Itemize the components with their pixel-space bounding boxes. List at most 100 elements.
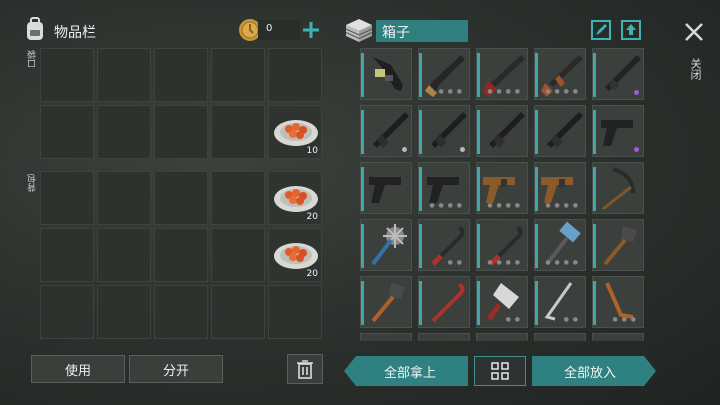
container-slot-weapon[interactable]: ● ● ● <box>592 276 644 328</box>
backpack-slot[interactable] <box>268 285 322 339</box>
container-slot-tool[interactable] <box>592 162 644 214</box>
durability-dots: ● ● ● <box>612 316 637 323</box>
cleaver-icon <box>486 283 519 321</box>
container-slot-weapon[interactable] <box>360 219 412 271</box>
backpack-slot[interactable] <box>211 285 265 339</box>
container-slot[interactable] <box>592 333 644 341</box>
backpack-slot[interactable] <box>97 228 151 282</box>
container-slot-tool[interactable] <box>592 219 644 271</box>
rarity-dot <box>460 147 465 152</box>
backpack-slot-food[interactable]: 20 <box>268 171 322 225</box>
pocket-slot[interactable] <box>97 48 151 102</box>
backpack-slot[interactable] <box>154 228 208 282</box>
crowbar-icon <box>431 226 465 266</box>
container-slot-tool[interactable] <box>360 276 412 328</box>
container-slot-weapon[interactable] <box>418 276 470 328</box>
durability-dots: ● ● <box>447 259 463 266</box>
container-slot[interactable] <box>360 333 412 341</box>
backpack-slot[interactable] <box>211 228 265 282</box>
trash-icon <box>297 360 313 379</box>
rarity-dot <box>634 147 639 152</box>
pocket-slot[interactable] <box>268 48 322 102</box>
backpack-slot[interactable] <box>40 285 94 339</box>
spiked-mace-icon <box>371 224 407 266</box>
hockey-stick-icon <box>544 282 573 321</box>
container-title: 箱子 <box>382 25 410 41</box>
carbine-icon <box>489 112 525 148</box>
upload-icon[interactable] <box>620 19 642 41</box>
crowbar-icon <box>431 283 465 323</box>
container-slot[interactable] <box>534 333 586 341</box>
pocket-slot[interactable] <box>40 48 94 102</box>
rarity-dot <box>634 90 639 95</box>
container-slot-weapon[interactable]: ● ● ● ● <box>476 219 528 271</box>
container-slot-weapon[interactable]: ● ● <box>534 276 586 328</box>
container-slot-weapon[interactable]: ● ● ● ● <box>534 48 586 100</box>
container-slot-weapon[interactable]: ● ● ● ● <box>476 162 528 214</box>
container-slot-weapon[interactable] <box>360 48 412 100</box>
container-slot-weapon[interactable]: ● ● ● ● <box>476 48 528 100</box>
grenade-launcher-icon <box>373 57 403 91</box>
container-slot-weapon[interactable]: ● ● ● ● <box>418 48 470 100</box>
close-button[interactable]: 关闭 <box>680 18 708 88</box>
pocket-slot[interactable] <box>154 48 208 102</box>
pocket-slot[interactable] <box>154 105 208 159</box>
pocket-slot[interactable] <box>211 48 265 102</box>
container-slot-weapon[interactable]: ● ● ● ● <box>418 162 470 214</box>
container-slot-weapon[interactable] <box>360 105 412 157</box>
shovel-icon <box>371 283 405 323</box>
pocket-slot-food[interactable]: 10 <box>268 105 322 159</box>
take-all-button[interactable]: 全部拿上 <box>344 356 468 386</box>
container-slot-weapon[interactable]: ● ● ● ● <box>534 162 586 214</box>
pistol-icon <box>369 177 401 203</box>
rarity-dot <box>402 147 407 152</box>
edit-icon[interactable] <box>590 19 612 41</box>
container-slot-weapon[interactable] <box>418 105 470 157</box>
plus-icon[interactable] <box>300 19 322 41</box>
container-slot-weapon[interactable] <box>592 48 644 100</box>
pocket-slot[interactable] <box>40 105 94 159</box>
durability-dots: ● ● <box>505 316 521 323</box>
split-button[interactable]: 分开 <box>129 355 223 383</box>
durability-dots: ● ● ● ● <box>429 88 463 95</box>
container-slot-weapon[interactable]: ● ● <box>476 276 528 328</box>
container-slot-weapon[interactable]: ● ● <box>418 219 470 271</box>
shovel-icon <box>603 226 637 266</box>
close-label: 关闭 <box>689 58 702 80</box>
durability-dots: ● ● ● ● <box>429 202 463 209</box>
durability-dots: ● ● ● ● <box>487 259 521 266</box>
close-icon <box>685 23 703 41</box>
container-slot[interactable] <box>418 333 470 341</box>
trash-button[interactable] <box>287 354 323 384</box>
coin-value: 0 <box>266 23 273 34</box>
container-slot-weapon[interactable]: ● ● ● ● <box>534 219 586 271</box>
sort-grid-icon <box>491 362 509 380</box>
backpack-slot[interactable] <box>97 171 151 225</box>
backpack-slot[interactable] <box>97 285 151 339</box>
backpack-slot[interactable] <box>40 171 94 225</box>
durability-dots: ● ● ● ● <box>545 202 579 209</box>
pocket-slot[interactable] <box>211 105 265 159</box>
backpack-label: 背包 <box>28 174 38 192</box>
put-all-label: 全部放入 <box>563 365 616 381</box>
backpack-slot[interactable] <box>40 228 94 282</box>
container-slot-weapon[interactable] <box>534 105 586 157</box>
use-button[interactable]: 使用 <box>31 355 125 383</box>
container-slot-weapon[interactable] <box>592 105 644 157</box>
put-all-button[interactable]: 全部放入 <box>532 356 656 386</box>
item-quantity: 10 <box>306 146 318 156</box>
container-slot-weapon[interactable] <box>360 162 412 214</box>
durability-dots: ● ● <box>563 316 579 323</box>
durability-dots: ● ● ● ● <box>545 88 579 95</box>
backpack-slot[interactable] <box>154 285 208 339</box>
backpack-slot-food[interactable]: 20 <box>268 228 322 282</box>
item-quantity: 20 <box>306 269 318 279</box>
container-slot[interactable] <box>476 333 528 341</box>
backpack-slot[interactable] <box>211 171 265 225</box>
container-slot-weapon[interactable] <box>476 105 528 157</box>
backpack-icon <box>23 16 47 42</box>
pocket-slot[interactable] <box>97 105 151 159</box>
backpack-slot[interactable] <box>154 171 208 225</box>
sort-button[interactable] <box>474 356 526 386</box>
durability-dots: ● ● ● ● <box>487 202 521 209</box>
